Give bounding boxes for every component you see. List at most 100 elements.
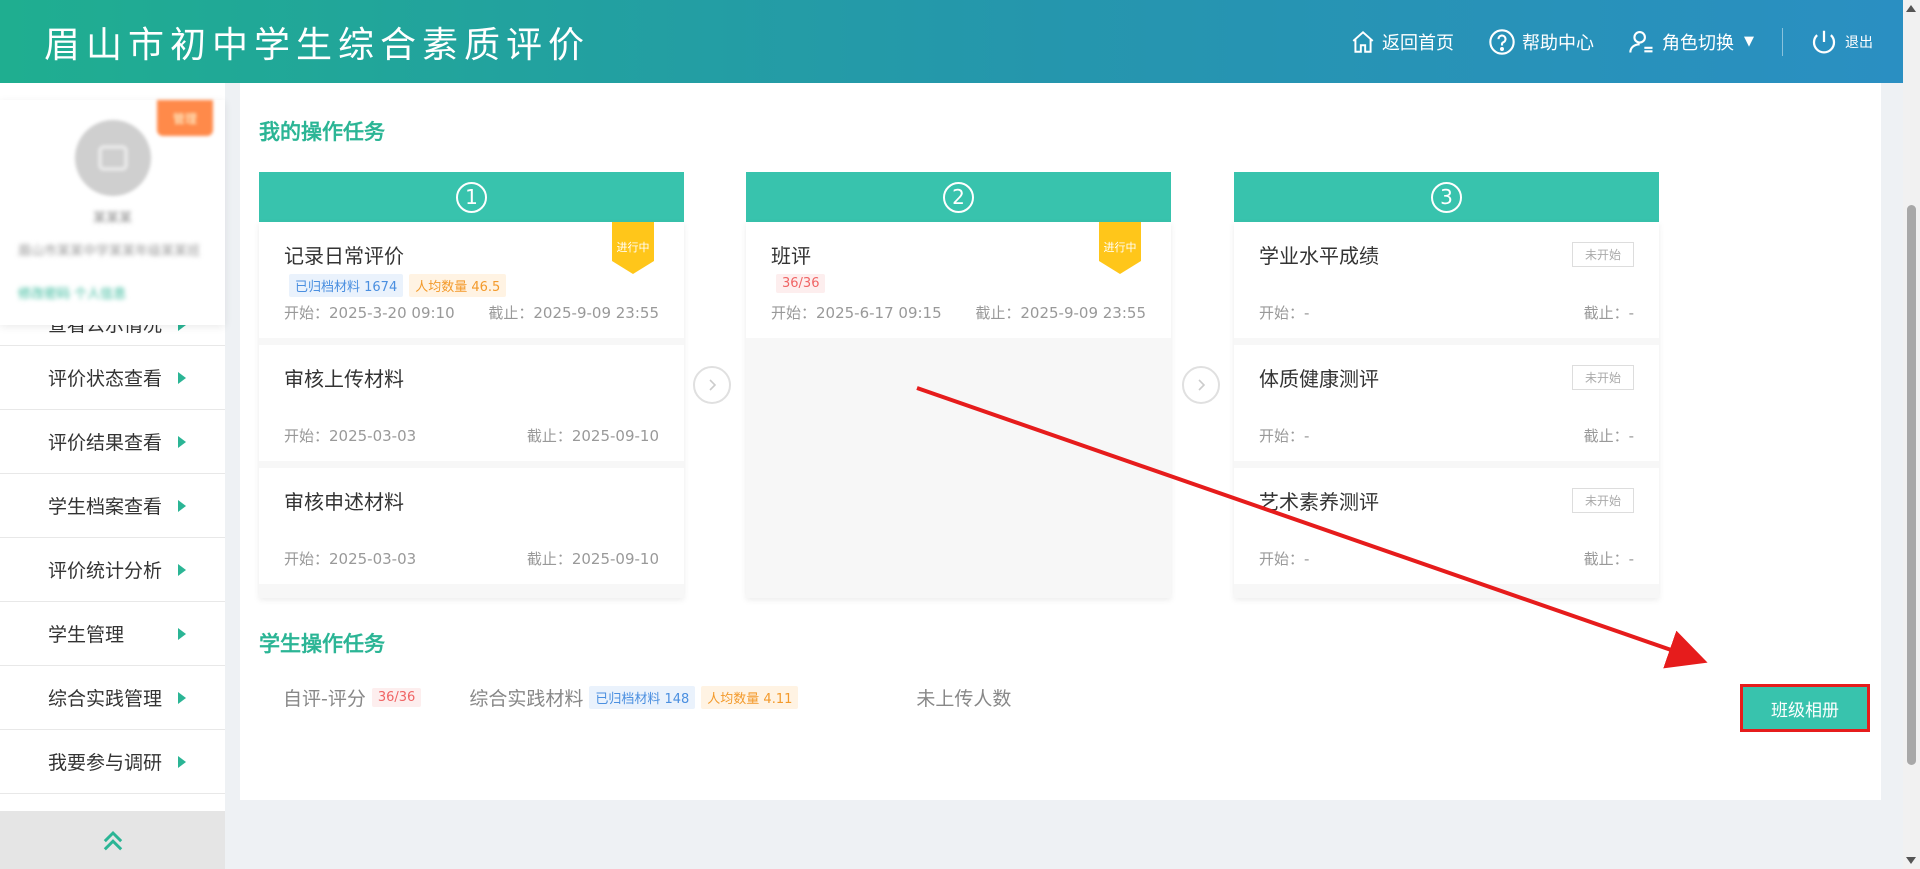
task-end: 截止：2025-9-09 23:55: [975, 304, 1146, 322]
chevron-down-icon: ▼: [1744, 34, 1754, 49]
task-card-health[interactable]: 体质健康测评 未开始 开始：- 截止：-: [1234, 345, 1659, 461]
sidebar-item-statistics[interactable]: 评价统计分析: [0, 538, 225, 602]
task-column-3: 3 学业水平成绩 未开始 开始：- 截止：- 体质健康测评 未开始 开始：- 截…: [1234, 172, 1659, 598]
average-tag: 人均数量 46.5: [409, 274, 507, 297]
task-title: 体质健康测评: [1259, 367, 1379, 391]
camera-icon: [98, 145, 128, 171]
task-card-academic[interactable]: 学业水平成绩 未开始 开始：- 截止：-: [1234, 222, 1659, 338]
chevron-right-icon: [1198, 379, 1206, 391]
status-badge: 未开始: [1571, 365, 1634, 390]
task-start: 开始：-: [1259, 427, 1310, 445]
header-actions: 返回首页 帮助中心 角色切换 ▼ 退出: [1316, 27, 1873, 57]
logout-button[interactable]: 退出: [1809, 27, 1873, 57]
task-card-review-appeal[interactable]: 审核申述材料 开始：2025-03-03 截止：2025-09-10: [259, 468, 684, 584]
task-title: 学业水平成绩: [1259, 244, 1379, 268]
student-tasks-title: 学生操作任务: [259, 632, 385, 656]
task-title: 审核上传材料: [284, 367, 404, 391]
task-start: 开始：2025-3-20 09:10: [284, 304, 455, 322]
power-icon: [1812, 30, 1836, 53]
sidebar-item-label: 我要参与调研: [48, 752, 163, 774]
my-tasks-title: 我的操作任务: [259, 120, 385, 144]
progress-tag: 36/36: [776, 274, 826, 293]
sidebar-item-label: 学生档案查看: [48, 496, 163, 518]
page-scrollbar[interactable]: [1903, 0, 1920, 869]
sidebar-item-student-files[interactable]: 学生档案查看: [0, 474, 225, 538]
column-header: 3: [1234, 172, 1659, 222]
sidebar-item-student-mgmt[interactable]: 学生管理: [0, 602, 225, 666]
role-switch-dropdown[interactable]: 角色切换 ▼: [1628, 28, 1754, 56]
self-eval-tag: 36/36: [371, 688, 422, 707]
home-icon: [1352, 30, 1374, 53]
sidebar-menu: 查看公示情况 评价状态查看 评价结果查看 学生档案查看 评价统计分析 学生管理 …: [0, 308, 225, 794]
task-title: 审核申述材料: [284, 490, 404, 514]
task-card-arts[interactable]: 艺术素养测评 未开始 开始：- 截止：-: [1234, 468, 1659, 584]
status-ribbon: 进行中: [612, 222, 654, 274]
caret-right-icon: [178, 371, 186, 384]
help-button[interactable]: 帮助中心: [1488, 28, 1594, 56]
sidebar-item-label: 评价状态查看: [48, 368, 163, 390]
practice-material-link[interactable]: 综合实践材料: [469, 684, 583, 711]
task-title: 记录日常评价: [284, 244, 404, 268]
column-header: 2: [746, 172, 1171, 222]
sidebar-item-practice-mgmt[interactable]: 综合实践管理: [0, 666, 225, 730]
scroll-down-icon[interactable]: [1906, 857, 1916, 864]
status-badge: 未开始: [1571, 242, 1634, 267]
help-label: 帮助中心: [1522, 32, 1594, 54]
header-divider: [1782, 27, 1783, 56]
column-body: 记录日常评价 进行中 已归档材料 1674 人均数量 46.5 开始：2025-…: [259, 222, 684, 598]
task-title: 班评: [771, 244, 811, 268]
help-icon: [1489, 28, 1515, 55]
step-number: 3: [1431, 181, 1462, 213]
task-card-daily-eval[interactable]: 记录日常评价 进行中 已归档材料 1674 人均数量 46.5 开始：2025-…: [259, 222, 684, 338]
sidebar-item-label: 综合实践管理: [48, 688, 163, 710]
sidebar-item-survey[interactable]: 我要参与调研: [0, 730, 225, 794]
step-number: 2: [943, 181, 974, 213]
status-badge: 未开始: [1571, 488, 1634, 513]
sidebar-item-eval-results[interactable]: 评价结果查看: [0, 410, 225, 474]
task-card-class-eval[interactable]: 班评 进行中 36/36 开始：2025-6-17 09:15 截止：2025-…: [746, 222, 1171, 338]
task-start: 开始：2025-6-17 09:15: [771, 304, 942, 322]
task-start: 开始：-: [1259, 550, 1310, 568]
self-eval-link[interactable]: 自评-评分: [283, 684, 366, 711]
task-start: 开始：-: [1259, 304, 1310, 322]
caret-right-icon: [178, 755, 186, 768]
role-badge: 管理: [157, 100, 213, 136]
column-body: 学业水平成绩 未开始 开始：- 截止：- 体质健康测评 未开始 开始：- 截止：…: [1234, 222, 1659, 598]
task-tags: 36/36: [776, 274, 826, 293]
sidebar-item-eval-status[interactable]: 评价状态查看: [0, 346, 225, 410]
archived-tag: 已归档材料 148: [589, 686, 696, 709]
not-uploaded-link[interactable]: 未上传人数: [916, 684, 1011, 711]
task-end: 截止：-: [1583, 550, 1634, 568]
chevron-right-icon: [709, 379, 717, 391]
sidebar-collapse-button[interactable]: [0, 811, 225, 869]
archived-tag: 已归档材料 1674: [289, 274, 404, 297]
student-task-row: 自评-评分 36/36 综合实践材料 已归档材料 148 人均数量 4.11 未…: [283, 684, 1011, 711]
task-tags: 已归档材料 1674 人均数量 46.5: [289, 274, 507, 297]
profile-links[interactable]: 修改密码 个人信息: [18, 283, 208, 302]
user-switch-icon: [1629, 30, 1653, 53]
home-label: 返回首页: [1382, 32, 1454, 54]
scroll-up-icon[interactable]: [1906, 5, 1916, 12]
profile-card: 管理 某某某 眉山市某某中学某某年级某某班 修改密码 个人信息: [0, 100, 225, 325]
step-number: 1: [456, 181, 487, 213]
sidebar-item-label: 学生管理: [48, 624, 125, 646]
role-label: 角色切换: [1662, 32, 1734, 54]
home-button[interactable]: 返回首页: [1350, 29, 1454, 55]
task-card-review-upload[interactable]: 审核上传材料 开始：2025-03-03 截止：2025-09-10: [259, 345, 684, 461]
caret-right-icon: [178, 627, 186, 640]
task-end: 截止：-: [1583, 427, 1634, 445]
profile-name: 某某某: [92, 211, 132, 226]
task-start: 开始：2025-03-03: [284, 427, 417, 445]
task-end: 截止：2025-09-10: [526, 550, 659, 568]
caret-right-icon: [178, 499, 186, 512]
task-end: 截止：2025-09-10: [526, 427, 659, 445]
status-ribbon: 进行中: [1099, 222, 1141, 274]
caret-right-icon: [178, 563, 186, 576]
sidebar-item-label: 评价结果查看: [48, 432, 163, 454]
class-album-button[interactable]: 班级相册: [1740, 684, 1870, 732]
column-header: 1: [259, 172, 684, 222]
scroll-thumb[interactable]: [1907, 205, 1916, 765]
column-body: 班评 进行中 36/36 开始：2025-6-17 09:15 截止：2025-…: [746, 222, 1171, 598]
avatar: [75, 120, 151, 196]
task-end: 截止：2025-9-09 23:55: [488, 304, 659, 322]
